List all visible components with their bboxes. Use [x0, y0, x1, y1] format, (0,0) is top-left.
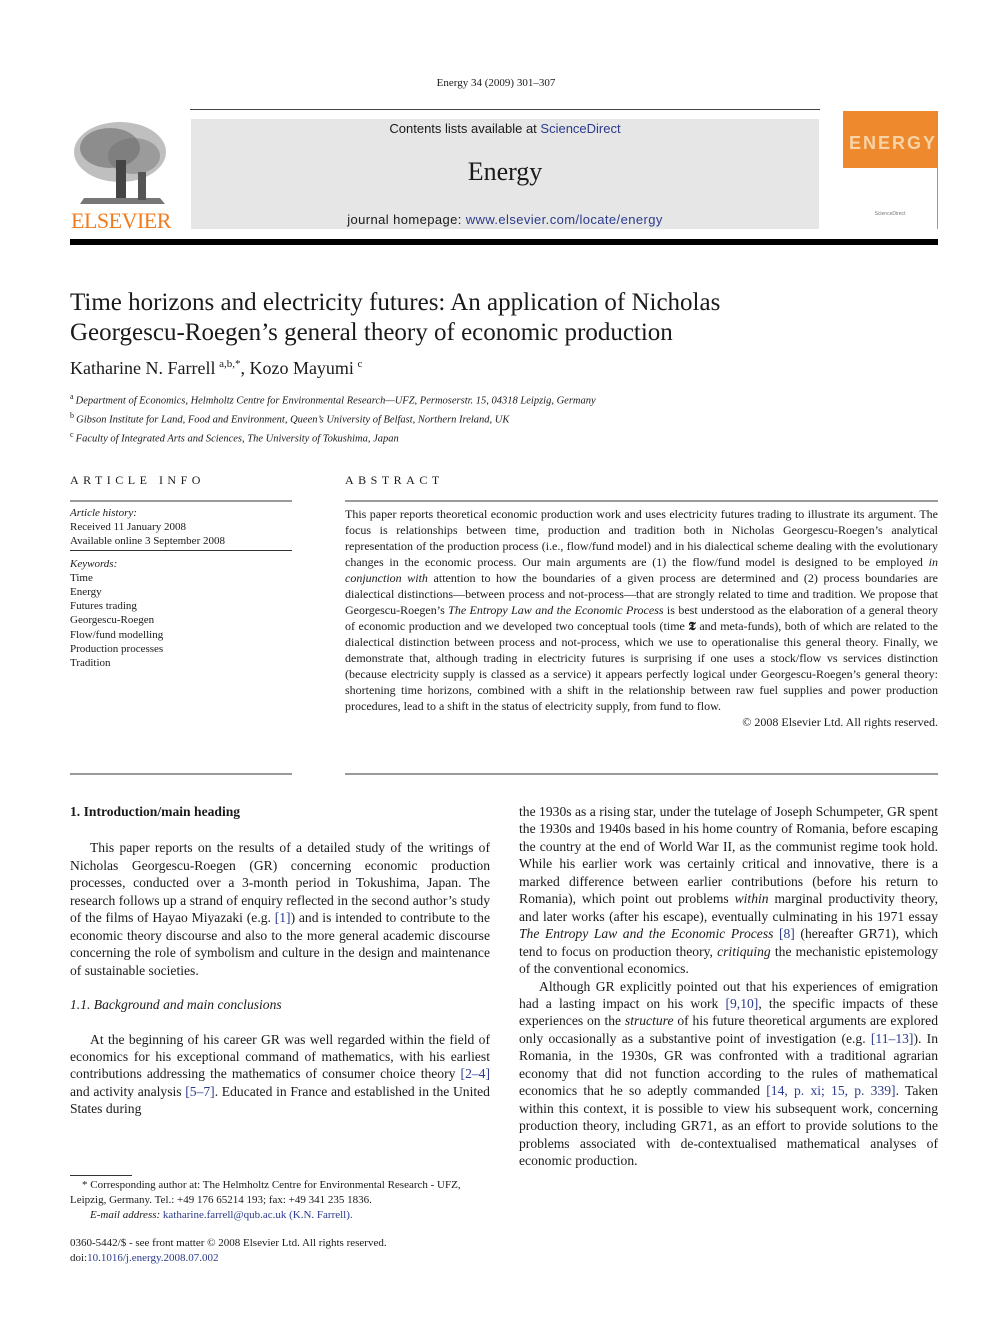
paragraph: At the beginning of his career GR was we…: [70, 1031, 490, 1117]
corresponding-author-note: * Corresponding author at: The Helmholtz…: [70, 1179, 461, 1206]
header-rule: [70, 239, 938, 245]
affiliation-text: Faculty of Integrated Arts and Sciences,…: [75, 433, 399, 445]
affiliation: b Gibson Institute for Land, Food and En…: [70, 409, 930, 428]
citation-link[interactable]: [2–4]: [461, 1066, 490, 1081]
homepage-prefix: journal homepage:: [347, 212, 466, 227]
affiliation-mark: c: [70, 430, 74, 440]
footnotes: * Corresponding author at: The Helmholtz…: [70, 1178, 490, 1222]
citation-link[interactable]: [14, p. xi; 15, p. 339]: [766, 1083, 895, 1098]
paragraph: Although GR explicitly pointed out that …: [519, 978, 938, 1169]
keyword: Tradition: [70, 657, 111, 670]
affiliation-text: Gibson Institute for Land, Food and Envi…: [76, 414, 510, 426]
article-info: Article history: Received 11 January 200…: [70, 506, 292, 670]
abstract-text: This paper reports theoretical economic …: [345, 506, 938, 730]
article-info-bottom-rule: [70, 773, 292, 775]
article-info-rule: [70, 500, 292, 502]
body-right-column: the 1930s as a rising star, under the tu…: [519, 803, 938, 1170]
author-name: Kozo Mayumi: [249, 358, 354, 378]
keyword: Time: [70, 571, 93, 584]
doi-line: doi:10.1016/j.energy.2008.07.002: [70, 1251, 219, 1264]
available-date: Available online 3 September 2008: [70, 535, 225, 548]
contents-prefix: Contents lists available at: [389, 121, 541, 136]
body-left-column: 1. Introduction/main heading This paper …: [70, 803, 490, 1118]
author-affiliation-marks[interactable]: c: [358, 358, 363, 370]
affiliation-text: Department of Economics, Helmholtz Centr…: [75, 395, 596, 407]
cover-footer: ScienceDirect: [874, 211, 906, 217]
title-line-1: Time horizons and electricity futures: A…: [70, 289, 721, 316]
affiliation: a Department of Economics, Helmholtz Cen…: [70, 390, 930, 409]
abstract-rule: [345, 500, 938, 502]
abstract-copyright: © 2008 Elsevier Ltd. All rights reserved…: [742, 715, 938, 729]
title-line-2: Georgescu-Roegen’s general theory of eco…: [70, 319, 673, 346]
keyword: Production processes: [70, 642, 164, 655]
time-symbol: 𝕿: [688, 619, 696, 633]
subsection-heading: 1.1. Background and main conclusions: [70, 997, 282, 1013]
email-link[interactable]: katharine.farrell@qub.ac.uk (K.N. Farrel…: [163, 1209, 353, 1221]
citation-link[interactable]: [5–7]: [185, 1084, 214, 1099]
article-title: Time horizons and electricity futures: A…: [70, 288, 930, 348]
keyword: Flow/fund modelling: [70, 628, 164, 641]
keywords-label: Keywords:: [70, 557, 118, 570]
journal-cover-image: ENERGY ScienceDirect: [843, 111, 938, 229]
citation-link[interactable]: [8]: [779, 926, 795, 941]
footnote-rule: [70, 1175, 132, 1176]
history-rule: [70, 549, 292, 551]
citation-link[interactable]: [11–13]: [871, 1031, 914, 1046]
sciencedirect-link[interactable]: ScienceDirect: [540, 121, 620, 136]
top-rule: [190, 109, 820, 110]
author-affiliation-marks[interactable]: a,b,*: [219, 358, 240, 370]
journal-banner: Contents lists available at ScienceDirec…: [191, 119, 819, 229]
article-info-heading: ARTICLE INFO: [70, 473, 205, 487]
citation-link[interactable]: [9,10]: [725, 996, 758, 1011]
keyword: Futures trading: [70, 600, 137, 613]
abstract-paragraph: This paper reports theoretical economic …: [345, 507, 939, 713]
running-head: Energy 34 (2009) 301–307: [436, 77, 556, 89]
affiliation-mark: b: [70, 411, 74, 421]
cover-word: ENERGY: [849, 133, 938, 153]
journal-title: Energy: [467, 157, 543, 186]
homepage-link[interactable]: www.elsevier.com/locate/energy: [466, 212, 663, 227]
keyword: Energy: [70, 586, 102, 599]
author-list: Katharine N. Farrell a,b,*, Kozo Mayumi …: [70, 358, 362, 379]
affiliations: a Department of Economics, Helmholtz Cen…: [70, 390, 930, 447]
citation-link[interactable]: [1]: [275, 910, 291, 925]
abstract-bottom-rule: [345, 773, 938, 775]
front-matter: 0360-5442/$ - see front matter © 2008 El…: [70, 1236, 490, 1266]
history-label: Article history:: [70, 507, 137, 519]
affiliation: c Faculty of Integrated Arts and Science…: [70, 428, 930, 447]
email-note: E-mail address: katharine.farrell@qub.ac…: [90, 1208, 353, 1221]
keyword: Georgescu-Roegen: [70, 614, 155, 627]
elsevier-logo-text: ELSEVIER: [71, 208, 171, 233]
front-matter-line: 0360-5442/$ - see front matter © 2008 El…: [70, 1237, 387, 1249]
homepage-line: journal homepage: www.elsevier.com/locat…: [191, 212, 819, 227]
paragraph: the 1930s as a rising star, under the tu…: [519, 804, 938, 977]
abstract-heading: ABSTRACT: [345, 473, 444, 487]
contents-line: Contents lists available at ScienceDirec…: [191, 121, 819, 136]
author-name: Katharine N. Farrell: [70, 358, 216, 378]
paragraph: This paper reports on the results of a d…: [70, 840, 490, 978]
received-date: Received 11 January 2008: [70, 521, 186, 534]
section-heading: 1. Introduction/main heading: [70, 804, 241, 819]
affiliation-mark: a: [70, 392, 74, 401]
doi-link[interactable]: 10.1016/j.energy.2008.07.002: [87, 1252, 218, 1264]
